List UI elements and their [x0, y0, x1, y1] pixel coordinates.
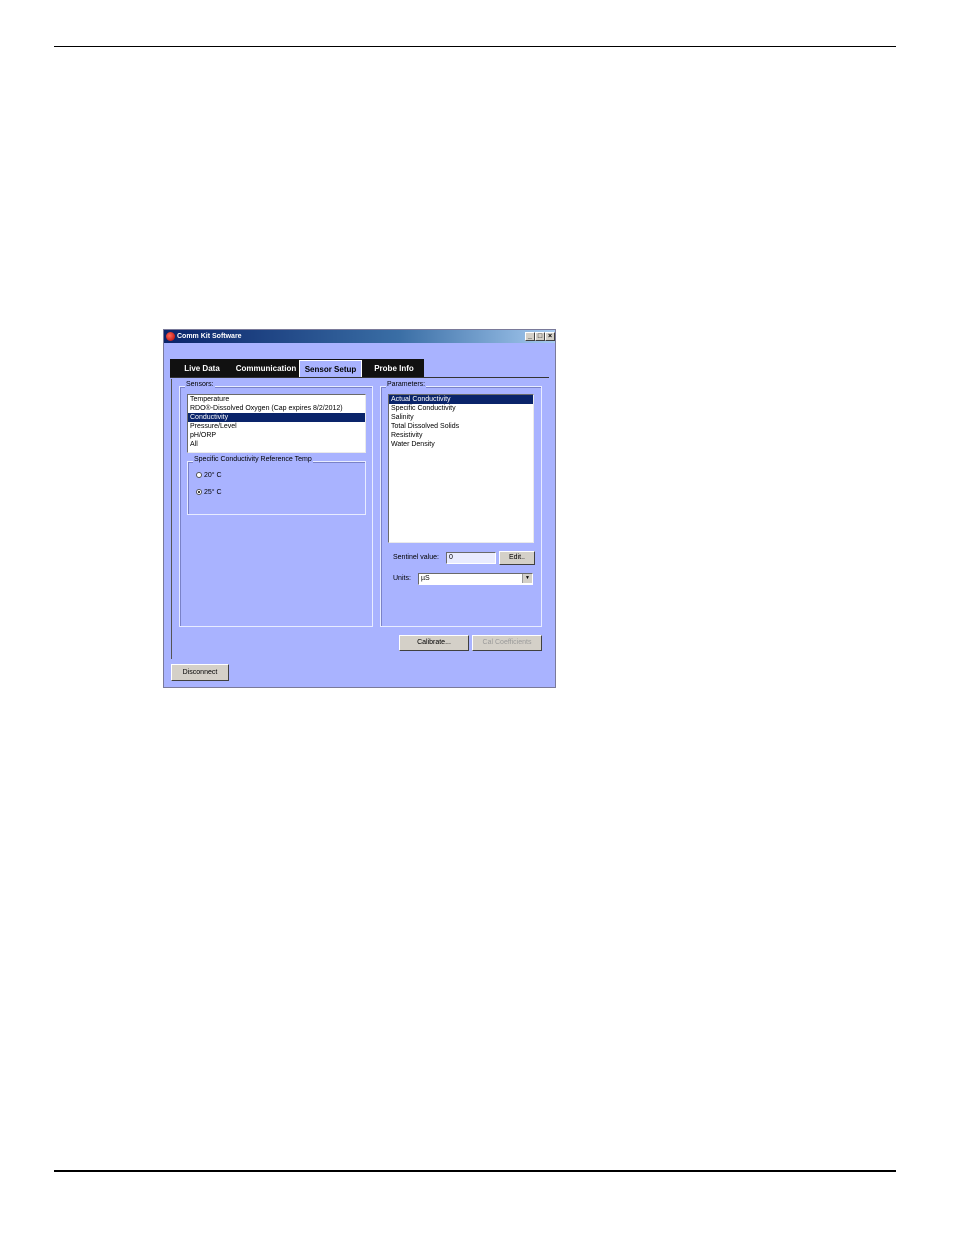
- units-select[interactable]: µS ▼: [418, 573, 533, 585]
- minimize-icon[interactable]: _: [525, 332, 535, 341]
- window-titlebar[interactable]: Comm Kit Software _ □ ×: [164, 330, 555, 343]
- units-label: Units:: [393, 575, 411, 582]
- parameters-listbox[interactable]: Actual Conductivity Specific Conductivit…: [388, 394, 534, 543]
- sensor-item-temperature[interactable]: Temperature: [188, 395, 365, 404]
- tab-live-data[interactable]: Live Data: [176, 359, 228, 378]
- app-icon: [166, 332, 175, 341]
- radio-20c-label: 20° C: [204, 472, 222, 479]
- tab-bar: Live Data Communication Sensor Setup Pro…: [170, 359, 424, 378]
- tab-probe-info[interactable]: Probe Info: [368, 359, 420, 378]
- sentinel-label: Sentinel value:: [393, 554, 439, 561]
- radio-25c-label: 25° C: [204, 489, 222, 496]
- radio-20c-button[interactable]: [196, 472, 202, 479]
- sensor-item-ph-orp[interactable]: pH/ORP: [188, 431, 365, 440]
- radio-25c[interactable]: 25° C: [196, 489, 222, 496]
- param-item-resistivity[interactable]: Resistivity: [389, 431, 533, 440]
- window-title: Comm Kit Software: [177, 333, 242, 340]
- edit-button[interactable]: Edit..: [499, 551, 535, 565]
- cal-coefficients-button[interactable]: Cal Coefficients: [472, 635, 542, 651]
- sensor-item-conductivity[interactable]: Conductivity: [188, 413, 365, 422]
- close-icon[interactable]: ×: [545, 332, 555, 341]
- param-item-specific-conductivity[interactable]: Specific Conductivity: [389, 404, 533, 413]
- tab-communication[interactable]: Communication: [234, 359, 298, 378]
- param-item-salinity[interactable]: Salinity: [389, 413, 533, 422]
- param-item-actual-conductivity[interactable]: Actual Conductivity: [389, 395, 533, 404]
- page-footer-rule: [54, 1170, 896, 1172]
- sensor-item-pressure-level[interactable]: Pressure/Level: [188, 422, 365, 431]
- tab-sensor-setup[interactable]: Sensor Setup: [299, 360, 362, 377]
- radio-25c-button[interactable]: [196, 489, 202, 496]
- parameters-label: Parameters:: [386, 381, 427, 388]
- param-item-tds[interactable]: Total Dissolved Solids: [389, 422, 533, 431]
- calibrate-button[interactable]: Calibrate...: [399, 635, 469, 651]
- sensor-item-all[interactable]: All: [188, 440, 365, 449]
- radio-20c[interactable]: 20° C: [196, 472, 222, 479]
- sensors-listbox[interactable]: Temperature RDO®-Dissolved Oxygen (Cap e…: [187, 394, 366, 453]
- param-item-water-density[interactable]: Water Density: [389, 440, 533, 449]
- reference-temp-label: Specific Conductivity Reference Temp: [193, 456, 313, 463]
- comm-kit-window: Comm Kit Software _ □ × Live Data Commun…: [163, 329, 556, 688]
- tab-divider: [170, 377, 549, 378]
- page-header-rule: [54, 46, 896, 47]
- sentinel-value-field[interactable]: 0: [446, 552, 496, 564]
- units-value: µS: [421, 575, 430, 582]
- maximize-icon[interactable]: □: [535, 332, 545, 341]
- chevron-down-icon[interactable]: ▼: [522, 574, 532, 583]
- disconnect-button[interactable]: Disconnect: [171, 664, 229, 681]
- sensor-item-rdo[interactable]: RDO®-Dissolved Oxygen (Cap expires 8/2/2…: [188, 404, 365, 413]
- reference-temp-group: Specific Conductivity Reference Temp: [187, 456, 366, 515]
- sensors-label: Sensors:: [185, 381, 215, 388]
